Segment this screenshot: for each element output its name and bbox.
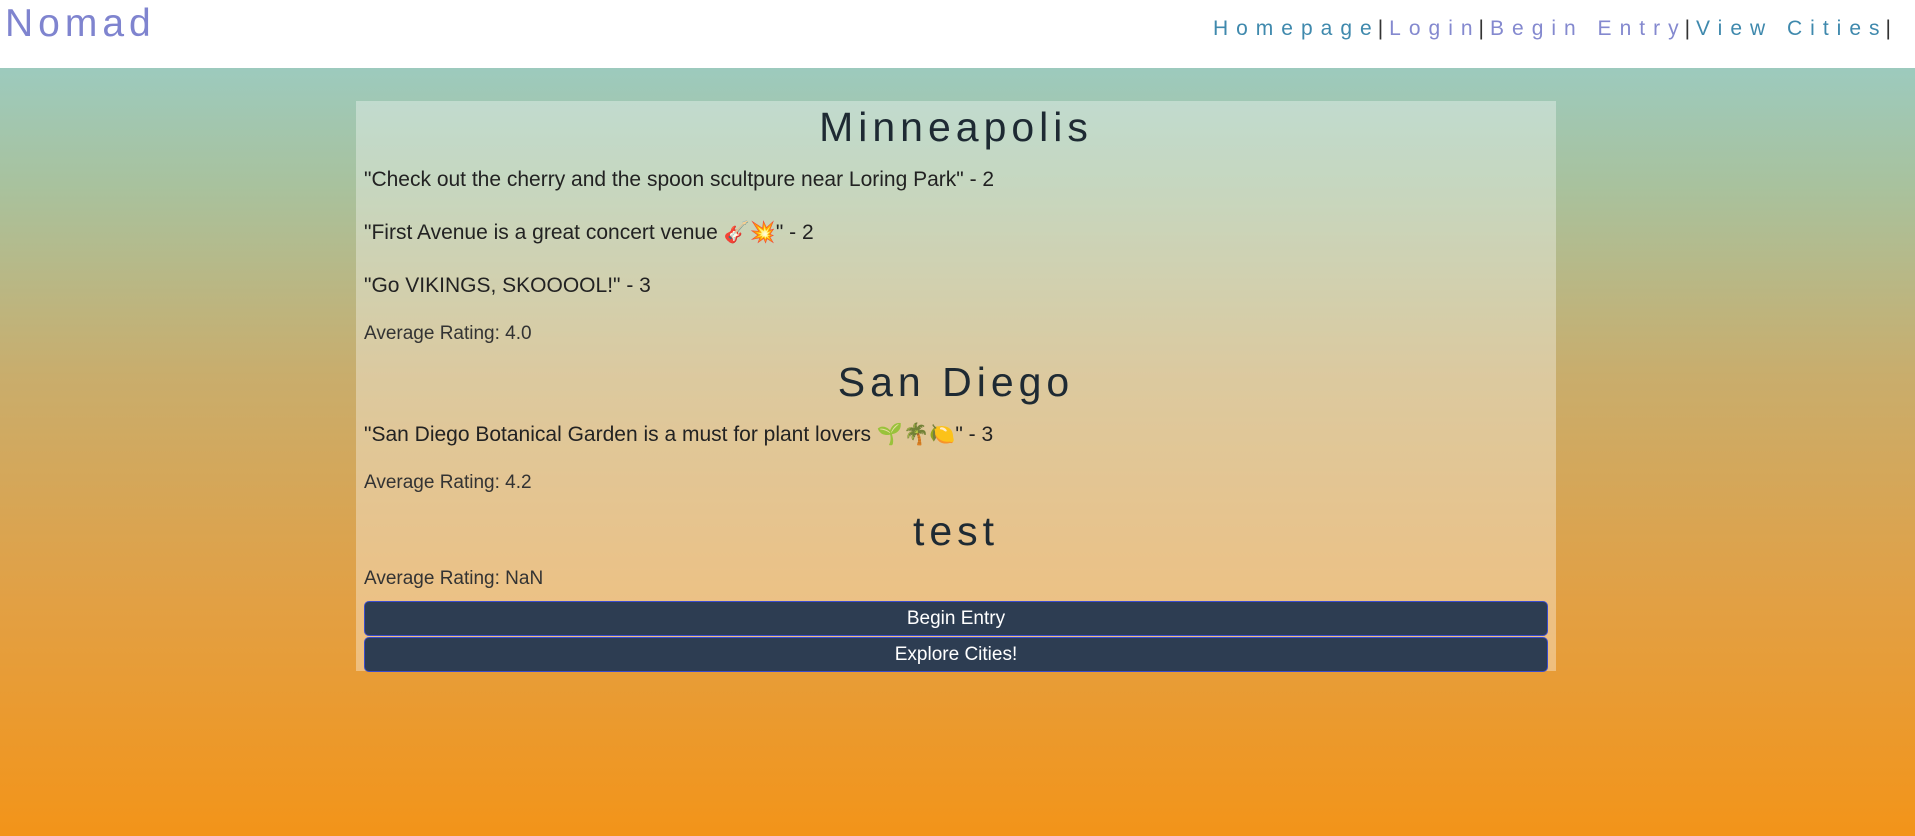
nav-link-homepage[interactable]: Homepage: [1213, 17, 1380, 41]
nav-bar: Homepage | Login | Begin Entry | View Ci…: [1213, 17, 1897, 41]
average-rating: Average Rating: NaN: [364, 568, 544, 589]
nav-separator: |: [1377, 17, 1384, 40]
nav-separator: |: [1684, 17, 1691, 40]
city-comment: "Check out the cherry and the spoon scul…: [364, 168, 995, 191]
nav-link-login[interactable]: Login: [1389, 17, 1480, 41]
average-rating: Average Rating: 4.0: [364, 323, 532, 344]
explore-cities-button[interactable]: Explore Cities!: [364, 637, 1548, 672]
city-comment: "Go VIKINGS, SKOOOOL!" - 3: [364, 274, 651, 297]
nav-separator: |: [1478, 17, 1485, 40]
brand-logo[interactable]: Nomad: [5, 2, 156, 46]
city-section-minneapolis: Minneapolis "Check out the cherry and th…: [364, 101, 1548, 356]
city-comment: "San Diego Botanical Garden is a must fo…: [364, 423, 994, 446]
top-header: Nomad Homepage | Login | Begin Entry | V…: [0, 0, 1915, 68]
nav-separator: |: [1885, 17, 1891, 40]
cities-panel: Minneapolis "Check out the cherry and th…: [356, 101, 1556, 672]
city-comment: "First Avenue is a great concert venue 🎸…: [364, 221, 814, 244]
city-title: test: [912, 508, 1000, 554]
city-title: San Diego: [837, 359, 1075, 405]
begin-entry-button[interactable]: Begin Entry: [364, 601, 1548, 636]
city-section-test: test Average Rating: NaN: [364, 505, 1548, 601]
city-section-san-diego: San Diego "San Diego Botanical Garden is…: [364, 356, 1548, 505]
nav-link-begin-entry[interactable]: Begin Entry: [1490, 17, 1687, 41]
city-title: Minneapolis: [819, 104, 1093, 150]
nav-link-view-cities[interactable]: View Cities: [1696, 17, 1887, 41]
average-rating: Average Rating: 4.2: [364, 472, 532, 493]
